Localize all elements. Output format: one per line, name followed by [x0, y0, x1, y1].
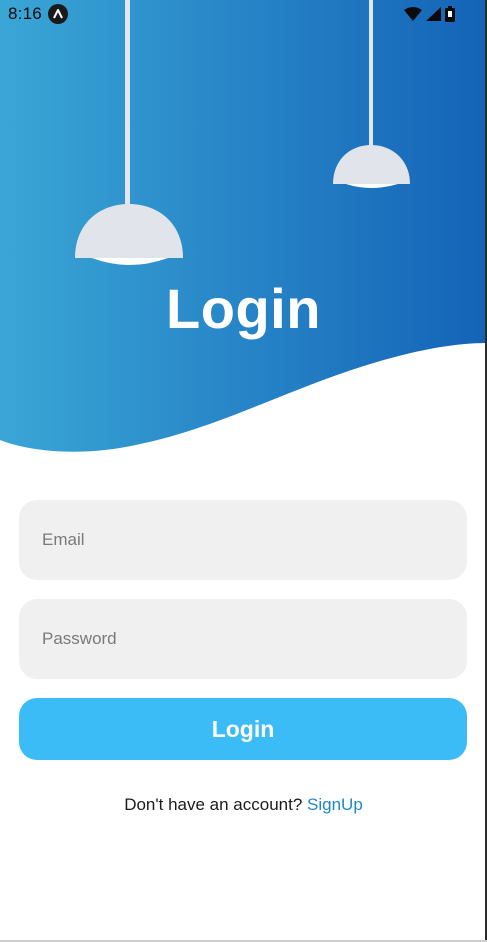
battery-icon	[445, 6, 455, 22]
signup-link[interactable]: SignUp	[307, 795, 363, 814]
app-notification-icon	[47, 4, 68, 24]
status-icons	[404, 6, 479, 22]
login-screen: 8:16 Login Login Don't have an account? …	[0, 0, 487, 942]
login-button[interactable]: Login	[19, 698, 467, 760]
password-field[interactable]	[19, 599, 467, 679]
hanging-lamp-right	[333, 0, 410, 188]
cellular-signal-icon	[426, 7, 441, 21]
status-time: 8:16	[8, 4, 42, 23]
status-left: 8:16	[8, 4, 68, 24]
signup-row: Don't have an account? SignUp	[0, 795, 487, 815]
email-field[interactable]	[19, 500, 467, 580]
status-bar: 8:16	[0, 0, 487, 28]
signup-prompt: Don't have an account?	[124, 795, 308, 814]
hanging-lamp-left	[75, 0, 183, 265]
wifi-icon	[404, 7, 422, 21]
page-title: Login	[166, 277, 321, 340]
